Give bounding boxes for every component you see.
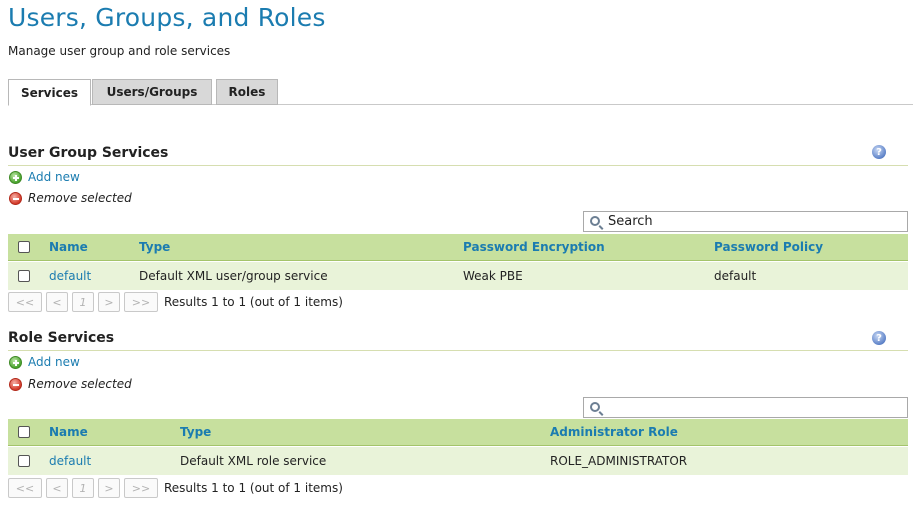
search-icon xyxy=(590,401,600,412)
user-group-services-title: User Group Services xyxy=(8,145,169,161)
search-icon xyxy=(590,215,600,226)
pager-prev-button[interactable]: < xyxy=(46,292,68,312)
tab-bar: Services Users/Groups Roles xyxy=(8,79,913,106)
pager-info: Results 1 to 1 (out of 1 items) xyxy=(164,481,343,495)
remove-icon xyxy=(9,377,22,391)
user-group-search-box[interactable] xyxy=(583,211,908,232)
column-header-password-policy[interactable]: Password Policy xyxy=(714,234,823,260)
service-password-encryption: Weak PBE xyxy=(463,269,523,283)
help-icon[interactable]: ? xyxy=(872,145,886,159)
row-checkbox[interactable] xyxy=(18,270,30,282)
pager-first-button[interactable]: << xyxy=(8,478,42,498)
role-add-new[interactable]: Add new xyxy=(9,355,80,369)
column-header-password-encryption[interactable]: Password Encryption xyxy=(463,234,605,260)
select-all-checkbox[interactable] xyxy=(18,241,30,253)
role-pager: << < 1 > >> Results 1 to 1 (out of 1 ite… xyxy=(8,478,343,498)
pager-info: Results 1 to 1 (out of 1 items) xyxy=(164,295,343,309)
tab-roles[interactable]: Roles xyxy=(216,79,278,105)
role-remove-selected[interactable]: Remove selected xyxy=(9,377,132,391)
role-services-title: Role Services xyxy=(8,330,115,346)
tab-users-groups[interactable]: Users/Groups xyxy=(92,79,212,105)
user-group-table-header: Name Type Password Encryption Password P… xyxy=(8,234,908,261)
column-header-administrator-role[interactable]: Administrator Role xyxy=(550,419,678,445)
table-row: default Default XML user/group service W… xyxy=(8,262,908,290)
help-icon[interactable]: ? xyxy=(872,331,886,345)
page-title: Users, Groups, and Roles xyxy=(8,3,326,32)
page-description: Manage user group and role services xyxy=(8,44,231,58)
column-header-name[interactable]: Name xyxy=(49,234,88,260)
remove-selected-label[interactable]: Remove selected xyxy=(28,191,132,205)
column-header-type[interactable]: Type xyxy=(139,234,170,260)
service-name-link[interactable]: default xyxy=(49,447,91,475)
service-name-link[interactable]: default xyxy=(49,262,91,290)
role-search-box[interactable] xyxy=(583,397,908,418)
service-password-policy: default xyxy=(714,269,757,283)
user-group-remove-selected[interactable]: Remove selected xyxy=(9,191,132,205)
pager-page-button[interactable]: 1 xyxy=(72,478,94,498)
select-all-checkbox[interactable] xyxy=(18,426,30,438)
pager-page-button[interactable]: 1 xyxy=(72,292,94,312)
pager-last-button[interactable]: >> xyxy=(124,478,158,498)
pager-prev-button[interactable]: < xyxy=(46,478,68,498)
add-new-link[interactable]: Add new xyxy=(28,170,80,184)
section-divider xyxy=(8,165,908,166)
table-row: default Default XML role service ROLE_AD… xyxy=(8,447,908,475)
tab-services[interactable]: Services xyxy=(8,79,91,106)
section-divider xyxy=(8,350,908,351)
add-icon xyxy=(9,355,22,369)
user-group-search-input[interactable] xyxy=(608,214,888,229)
pager-next-button[interactable]: > xyxy=(98,292,120,312)
service-administrator-role: ROLE_ADMINISTRATOR xyxy=(550,454,688,468)
remove-icon xyxy=(9,191,22,205)
row-checkbox[interactable] xyxy=(18,455,30,467)
service-type: Default XML role service xyxy=(180,454,327,468)
column-header-type[interactable]: Type xyxy=(180,419,211,445)
service-type: Default XML user/group service xyxy=(139,269,328,283)
pager-next-button[interactable]: > xyxy=(98,478,120,498)
column-header-name[interactable]: Name xyxy=(49,419,88,445)
role-search-input[interactable] xyxy=(608,400,888,415)
user-group-pager: << < 1 > >> Results 1 to 1 (out of 1 ite… xyxy=(8,292,343,312)
user-group-add-new[interactable]: Add new xyxy=(9,170,80,184)
remove-selected-label[interactable]: Remove selected xyxy=(28,377,132,391)
pager-last-button[interactable]: >> xyxy=(124,292,158,312)
add-icon xyxy=(9,170,22,184)
add-new-link[interactable]: Add new xyxy=(28,355,80,369)
role-table-header: Name Type Administrator Role xyxy=(8,419,908,446)
pager-first-button[interactable]: << xyxy=(8,292,42,312)
